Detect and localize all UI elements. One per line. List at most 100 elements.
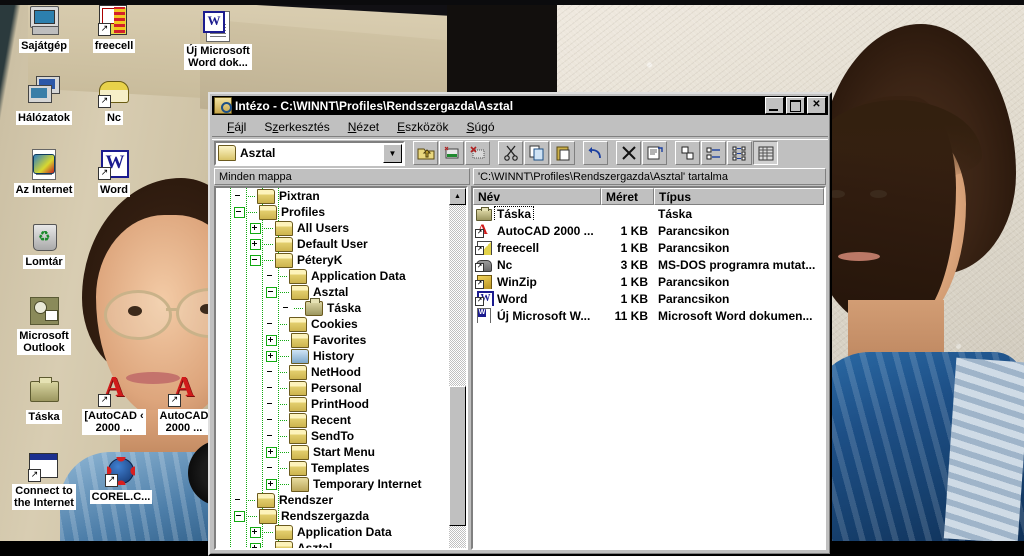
close-button[interactable]: ✕ xyxy=(807,97,826,114)
tree-item[interactable]: PrintHood xyxy=(216,396,449,412)
desktop-icon-word[interactable]: W ↗ Word xyxy=(78,148,150,198)
tree-item[interactable]: History xyxy=(216,348,449,364)
tree-item[interactable]: Favorites xyxy=(216,332,449,348)
tree-item[interactable]: Default User xyxy=(216,236,449,252)
desktop-icon-connectto[interactable]: ↗ Connect to the Internet xyxy=(8,450,80,511)
desktop-icon-sajtgp[interactable]: Sajátgép xyxy=(8,4,80,54)
desktop-icon-freecell[interactable]: ↗ freecell xyxy=(78,4,150,54)
tree-item[interactable]: NetHood xyxy=(216,364,449,380)
menu-item-nzet[interactable]: Nézet xyxy=(339,118,388,136)
scroll-thumb[interactable] xyxy=(449,386,466,526)
toolbar[interactable]: Asztal ▼ xyxy=(212,140,828,166)
small-icons-view-button[interactable] xyxy=(701,141,726,165)
menu-item-eszkzk[interactable]: Eszközök xyxy=(388,118,457,136)
folder-tree[interactable]: Pixtran Profiles All Users Default User Péte… xyxy=(216,188,449,548)
expand-plus-icon[interactable] xyxy=(250,526,261,538)
file-list-row[interactable]: Új Microsoft W... 11 KB Microsoft Word dok… xyxy=(473,307,824,324)
file-name-cell[interactable]: ↗ Nc xyxy=(473,257,601,272)
disconnect-network-drive-button[interactable] xyxy=(465,141,490,165)
menu-item-szerkeszts[interactable]: Szerkesztés xyxy=(255,118,338,136)
undo-button[interactable] xyxy=(583,141,608,165)
expand-plus-icon[interactable] xyxy=(250,238,261,250)
file-list-row[interactable]: A↗ AutoCAD 2000 ... 1 KB Parancsikon xyxy=(473,222,824,239)
tree-vertical-scrollbar[interactable]: ▲ xyxy=(449,188,466,548)
collapse-minus-icon[interactable] xyxy=(250,254,261,266)
tree-item[interactable]: All Users xyxy=(216,220,449,236)
minimize-button[interactable] xyxy=(765,97,784,114)
copy-button[interactable] xyxy=(524,141,549,165)
collapse-minus-icon[interactable] xyxy=(234,510,245,522)
desktop-icon-nc[interactable]: ↗ Nc xyxy=(78,76,150,126)
file-list-row[interactable]: W ↗ Word 1 KB Parancsikon xyxy=(473,290,824,307)
tree-item[interactable]: SendTo xyxy=(216,428,449,444)
file-list-row[interactable]: ↗ freecell 1 KB Parancsikon xyxy=(473,239,824,256)
title-bar[interactable]: Intézo - C:\WINNT\Profiles\Rendszergazda… xyxy=(212,96,828,115)
menu-item-sg[interactable]: Súgó xyxy=(457,118,503,136)
cut-button[interactable] xyxy=(498,141,523,165)
paste-button[interactable] xyxy=(550,141,575,165)
tree-item[interactable]: Rendszer xyxy=(216,492,449,508)
file-list-row[interactable]: Táska Táska xyxy=(473,205,824,222)
tree-item[interactable]: Profiles xyxy=(216,204,449,220)
expand-plus-icon[interactable] xyxy=(266,350,277,362)
column-header-nv[interactable]: Név xyxy=(473,188,601,205)
scroll-up-button[interactable]: ▲ xyxy=(449,188,466,205)
expand-plus-icon[interactable] xyxy=(266,446,277,458)
tree-item[interactable]: PéteryK xyxy=(216,252,449,268)
desktop-icon-tska[interactable]: Táska xyxy=(8,375,80,425)
maximize-button[interactable] xyxy=(786,97,805,114)
column-header-tpus[interactable]: Típus xyxy=(654,188,824,205)
tree-item[interactable]: Pixtran xyxy=(216,188,449,204)
desktop-icon-microsoft[interactable]: Microsoft Outlook xyxy=(8,295,80,356)
tree-item[interactable]: Recent xyxy=(216,412,449,428)
expand-plus-icon[interactable] xyxy=(266,478,277,490)
desktop-icon-lomtr[interactable]: Lomtár xyxy=(8,220,80,270)
expand-plus-icon[interactable] xyxy=(250,542,261,548)
desktop-icon-corelc[interactable]: ↗ COREL.C... xyxy=(85,455,157,505)
tree-item[interactable]: Start Menu xyxy=(216,444,449,460)
tree-item[interactable]: Temporary Internet xyxy=(216,476,449,492)
file-name-cell[interactable]: W ↗ Word xyxy=(473,291,601,306)
delete-button[interactable] xyxy=(616,141,641,165)
file-name-cell[interactable]: A↗ AutoCAD 2000 ... xyxy=(473,223,601,238)
file-name-cell[interactable]: ↗ WinZip xyxy=(473,274,601,289)
desktop-icon-azinternet[interactable]: Az Internet xyxy=(8,148,80,198)
menu-item-fjl[interactable]: Fájl xyxy=(218,118,255,136)
folder-tree-pane[interactable]: Pixtran Profiles All Users Default User Péte… xyxy=(214,186,468,550)
tree-item[interactable]: Asztal xyxy=(216,284,449,300)
tree-item[interactable]: Rendszergazda xyxy=(216,508,449,524)
expand-plus-icon[interactable] xyxy=(266,334,277,346)
chevron-down-icon[interactable]: ▼ xyxy=(383,143,402,163)
tree-item[interactable]: Táska xyxy=(216,297,449,316)
file-list-row[interactable]: ↗ Nc 3 KB MS-DOS programra mutat... xyxy=(473,256,824,273)
address-combobox[interactable]: Asztal ▼ xyxy=(214,140,405,166)
expand-plus-icon[interactable] xyxy=(250,222,261,234)
file-list-column-headers[interactable]: Név Méret Típus xyxy=(473,188,824,205)
map-network-drive-button[interactable] xyxy=(439,141,464,165)
file-name-cell[interactable]: Új Microsoft W... xyxy=(473,308,601,323)
column-header-mret[interactable]: Méret xyxy=(601,188,654,205)
desktop-icon-hlzatok[interactable]: Hálózatok xyxy=(8,76,80,126)
desktop-icon-jmicrosoft[interactable]: W Új Microsoft Word dok... xyxy=(182,10,254,71)
tree-item[interactable]: Templates xyxy=(216,460,449,476)
details-view-button[interactable] xyxy=(753,141,778,165)
tree-item[interactable]: Asztal xyxy=(216,540,449,548)
file-list-pane[interactable]: NévMéretTípus TáskaTáskaA↗AutoCAD 2000 .… xyxy=(471,186,826,550)
file-name-cell[interactable]: ↗ freecell xyxy=(473,240,601,255)
tree-item[interactable]: Cookies xyxy=(216,316,449,332)
collapse-minus-icon[interactable] xyxy=(234,206,245,218)
collapse-minus-icon[interactable] xyxy=(266,286,277,298)
menu-bar[interactable]: Fájl Szerkesztés Nézet Eszközök Súgó xyxy=(212,117,828,136)
large-icons-view-button[interactable] xyxy=(675,141,700,165)
properties-button[interactable] xyxy=(642,141,667,165)
tree-item[interactable]: Application Data xyxy=(216,268,449,284)
file-list-row[interactable]: ↗ WinZip 1 KB Parancsikon xyxy=(473,273,824,290)
tree-item[interactable]: Application Data xyxy=(216,524,449,540)
file-list-rows[interactable]: TáskaTáskaA↗AutoCAD 2000 ...1 KBParancsi… xyxy=(473,205,824,324)
tree-item[interactable]: Personal xyxy=(216,380,449,396)
up-one-level-button[interactable] xyxy=(413,141,438,165)
list-view-button[interactable] xyxy=(727,141,752,165)
desktop-icon-autocad[interactable]: A ↗ [AutoCAD ‹ 2000 ... xyxy=(78,374,150,436)
file-name-cell[interactable]: Táska xyxy=(473,206,601,221)
explorer-window[interactable]: Intézo - C:\WINNT\Profiles\Rendszergazda… xyxy=(208,92,832,556)
